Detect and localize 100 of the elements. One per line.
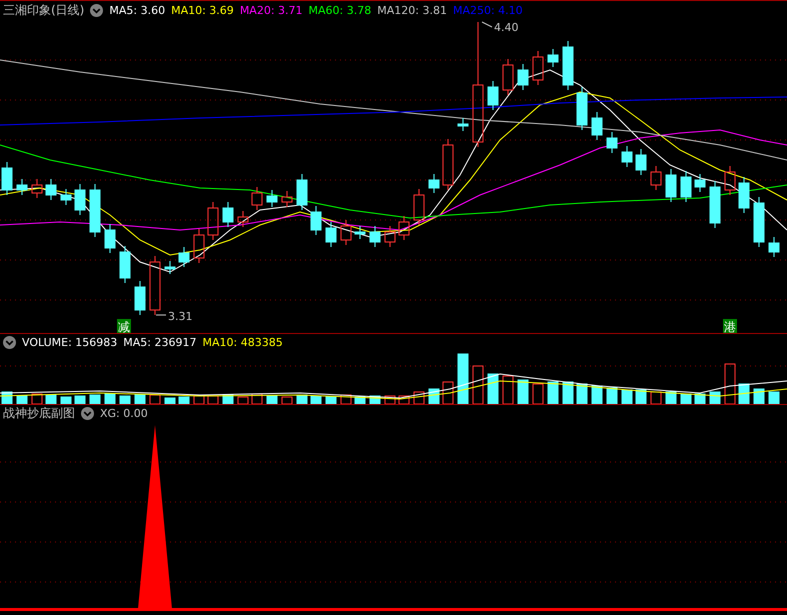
chevron-down-icon[interactable] <box>81 407 94 420</box>
volume-bar <box>384 396 396 404</box>
candlestick <box>694 174 706 192</box>
volume-bar <box>194 396 204 404</box>
volume-bar <box>46 394 56 404</box>
candlestick <box>680 170 692 202</box>
indicator-value: MA5: 3.60 <box>109 4 166 17</box>
candlestick <box>606 132 618 154</box>
volume-bar <box>252 394 262 404</box>
candlestick <box>754 196 764 248</box>
candlestick <box>384 226 396 248</box>
volume-bar <box>576 384 588 404</box>
volume-bar <box>120 396 130 404</box>
volume-bar <box>710 392 720 404</box>
candlestick <box>532 50 544 86</box>
candlestick <box>548 48 558 68</box>
volume-bar <box>606 388 618 404</box>
candlestick <box>666 168 676 202</box>
indicator-value: MA10: 3.69 <box>171 4 234 17</box>
candlestick <box>398 216 410 240</box>
volume-bar <box>104 394 116 404</box>
volume-bar <box>164 398 176 404</box>
volume-bar <box>310 396 322 404</box>
candlestick <box>266 190 278 208</box>
volume-bar <box>60 396 72 404</box>
price-label: 4.40 <box>494 21 518 34</box>
volume-bar <box>472 366 484 404</box>
chart-title: 战神抄底副图 <box>3 405 75 422</box>
volume-bar <box>518 380 528 404</box>
volume-bar <box>222 394 234 404</box>
volume-bar <box>754 388 764 404</box>
candlestick <box>488 80 498 110</box>
indicator-value: MA60: 3.78 <box>308 4 372 17</box>
indicator-value: XG: 0.00 <box>100 407 148 420</box>
volume-bar <box>32 394 42 404</box>
candlestick <box>370 226 380 248</box>
indicator-value: MA5: 236917 <box>123 336 196 349</box>
candlestick <box>576 86 588 130</box>
volume-bar <box>650 392 662 404</box>
volume-bar <box>694 394 706 404</box>
volume-bar <box>178 396 190 404</box>
volume-bar <box>592 386 602 404</box>
indicator-value: MA120: 3.81 <box>377 4 447 17</box>
candlestick <box>738 176 750 214</box>
candlestick <box>16 178 28 196</box>
candlestick <box>2 162 12 196</box>
volume-bar <box>768 392 780 404</box>
candlestick <box>74 184 86 216</box>
candlestick <box>238 210 248 228</box>
volume-bar <box>266 396 278 404</box>
chevron-down-icon[interactable] <box>90 4 104 17</box>
candlestick <box>636 148 646 176</box>
volume-bar <box>636 390 646 404</box>
candlestick <box>518 64 528 90</box>
candlestick <box>340 220 352 246</box>
volume-bar <box>724 364 736 404</box>
indicator-value: MA20: 3.71 <box>240 4 303 17</box>
volume-bar <box>90 394 100 404</box>
volume-bar <box>502 376 514 404</box>
candlestick <box>252 186 262 210</box>
candlestick <box>458 118 468 132</box>
candlestick <box>724 166 736 196</box>
candlestick <box>622 146 632 168</box>
volume-bar <box>562 382 574 404</box>
candlestick <box>90 184 100 238</box>
candlestick <box>164 260 176 274</box>
candlestick <box>502 58 514 96</box>
volume-bar <box>458 354 468 404</box>
leader-line <box>482 22 492 28</box>
volume-bar <box>296 394 308 404</box>
volume-bar <box>150 394 160 404</box>
volume-bar <box>16 396 28 404</box>
candlestick <box>60 188 72 206</box>
candlestick <box>428 174 440 194</box>
candlestick <box>768 236 780 258</box>
signal-tag: 减 <box>117 319 131 333</box>
candlestick <box>354 226 366 240</box>
candlestick <box>208 202 218 240</box>
candlestick <box>104 224 116 254</box>
candlestick <box>310 206 322 236</box>
candlestick <box>414 188 424 226</box>
candlestick <box>296 174 308 210</box>
volume-bar <box>340 394 352 404</box>
volume-bar <box>666 392 676 404</box>
volume-bar <box>134 394 146 404</box>
candlestick <box>710 180 720 228</box>
candlestick <box>120 246 130 284</box>
chart-title: 三湘印象(日线) <box>3 2 84 19</box>
candlestick <box>32 178 42 198</box>
indicator-value: MA250: 4.10 <box>452 4 523 17</box>
candlestick <box>282 190 292 208</box>
candlestick <box>650 166 662 190</box>
volume-bar <box>208 396 218 404</box>
chevron-down-icon[interactable] <box>3 336 16 349</box>
volume-bar <box>414 392 424 404</box>
volume-bar <box>238 396 248 404</box>
volume-bar <box>326 396 336 404</box>
volume-bar <box>282 396 292 404</box>
volume-bar <box>738 384 750 404</box>
candlestick <box>442 138 454 190</box>
